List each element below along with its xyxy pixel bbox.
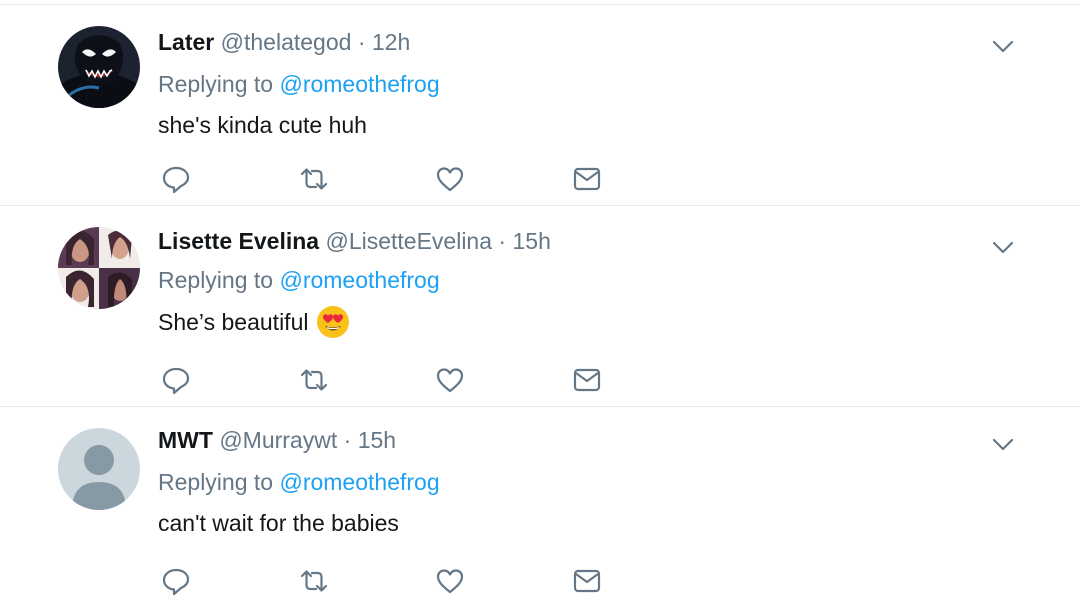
heart-eyes-emoji	[316, 305, 350, 339]
tweet-text-content: can't wait for the babies	[158, 510, 399, 536]
reply-tweet[interactable]: Lisette Evelina @LisetteEvelina · 15h Re…	[0, 206, 1080, 407]
mention-link[interactable]: @romeothefrog	[279, 469, 439, 495]
separator: ·	[357, 29, 366, 55]
message-icon[interactable]	[572, 164, 602, 194]
tweet-text: can't wait for the babies	[158, 508, 399, 538]
separator: ·	[498, 228, 507, 254]
reply-tweet[interactable]: MWT @Murraywt · 15h Replying to @romeoth…	[0, 407, 1080, 596]
display-name[interactable]: MWT	[158, 427, 213, 453]
replying-to-label: Replying to	[158, 469, 274, 495]
tweet-text: she's kinda cute huh	[158, 110, 367, 140]
mention-link[interactable]: @romeothefrog	[279, 71, 439, 97]
user-handle[interactable]: @thelategod	[221, 29, 352, 55]
tweet-header: Later @thelategod · 12h	[158, 27, 410, 57]
retweet-icon[interactable]	[299, 365, 329, 395]
user-handle[interactable]: @LisetteEvelina	[325, 228, 492, 254]
replying-to-label: Replying to	[158, 267, 274, 293]
like-icon[interactable]	[435, 365, 465, 395]
replying-to-label: Replying to	[158, 71, 274, 97]
avatar[interactable]	[58, 26, 140, 108]
user-handle[interactable]: @Murraywt	[219, 427, 337, 453]
tweet-text: She’s beautiful	[158, 305, 350, 339]
tweet-text-content: she's kinda cute huh	[158, 112, 367, 138]
reply-icon[interactable]	[161, 365, 191, 395]
avatar[interactable]	[58, 227, 140, 309]
timestamp[interactable]: 12h	[372, 29, 410, 55]
separator: ·	[343, 427, 352, 453]
chevron-down-icon[interactable]	[990, 33, 1016, 59]
chevron-down-icon[interactable]	[990, 234, 1016, 260]
mention-link[interactable]: @romeothefrog	[279, 267, 439, 293]
reply-icon[interactable]	[161, 164, 191, 194]
replying-to: Replying to @romeothefrog	[158, 69, 440, 99]
timestamp[interactable]: 15h	[512, 228, 550, 254]
message-icon[interactable]	[572, 365, 602, 395]
display-name[interactable]: Lisette Evelina	[158, 228, 319, 254]
display-name[interactable]: Later	[158, 29, 214, 55]
timestamp[interactable]: 15h	[358, 427, 396, 453]
tweet-header: MWT @Murraywt · 15h	[158, 425, 396, 455]
avatar[interactable]	[58, 428, 140, 510]
like-icon[interactable]	[435, 164, 465, 194]
replying-to: Replying to @romeothefrog	[158, 265, 440, 295]
replying-to: Replying to @romeothefrog	[158, 467, 440, 497]
chevron-down-icon[interactable]	[990, 431, 1016, 457]
retweet-icon[interactable]	[299, 164, 329, 194]
tweet-header: Lisette Evelina @LisetteEvelina · 15h	[158, 226, 551, 256]
tweet-text-content: She’s beautiful	[158, 309, 309, 335]
reply-tweet[interactable]: Later @thelategod · 12h Replying to @rom…	[0, 5, 1080, 206]
